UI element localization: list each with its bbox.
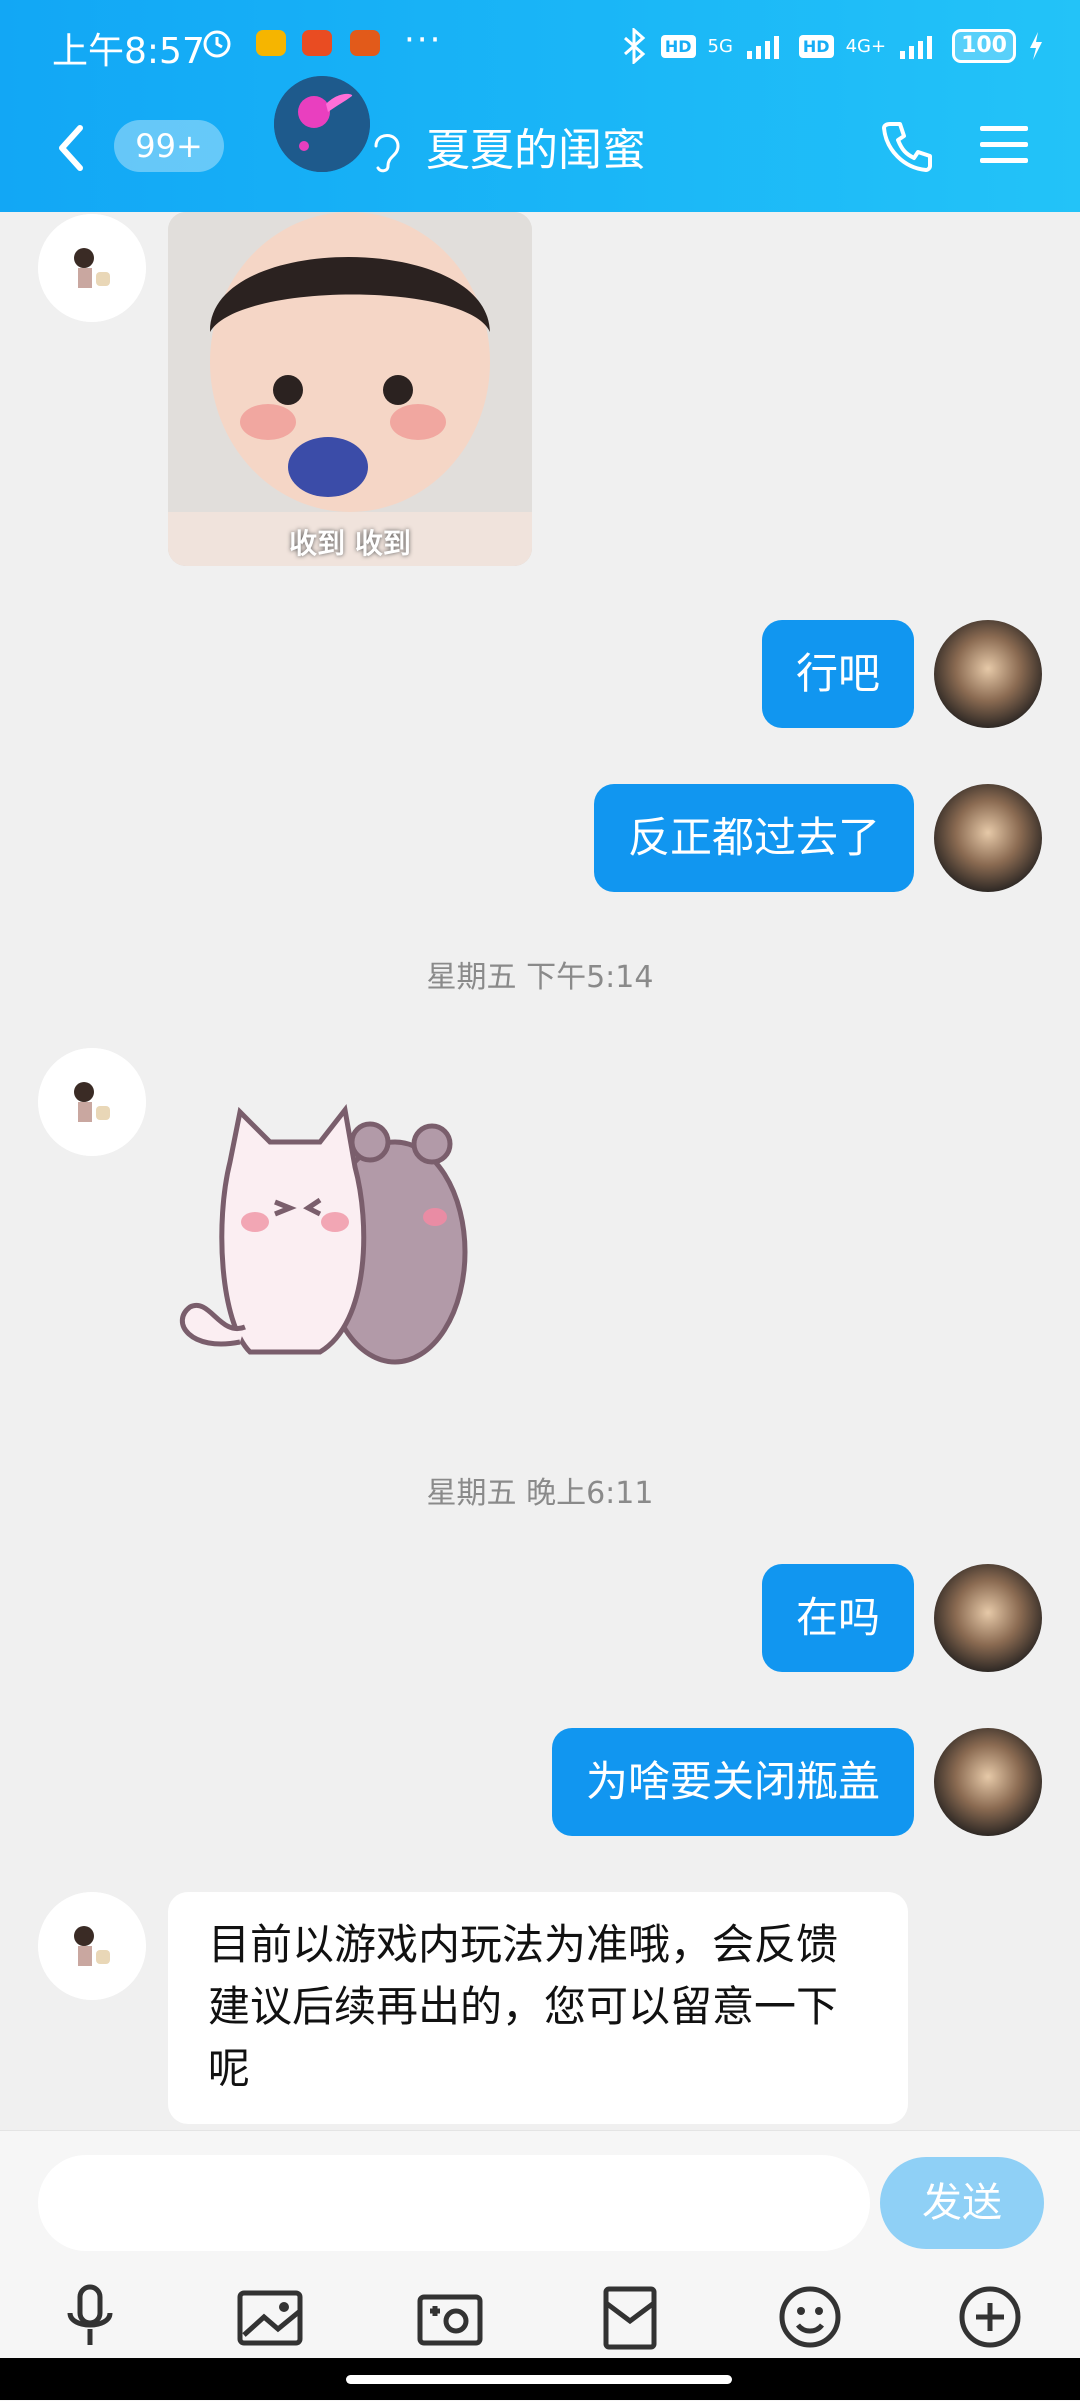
self-avatar[interactable] [934,1564,1042,1672]
self-avatar[interactable] [934,1728,1042,1836]
chat-header: 上午8:57 ··· HD 5G HD 4G+ 100 99+ 夏夏的闺蜜 [0,0,1080,212]
message-list[interactable]: 收到 收到 行吧 反正都过去了 星期五 下午5:14 星期五 晚上6:11 在吗… [0,212,1080,2130]
voice-icon[interactable] [54,2281,126,2353]
signal-icon [900,36,933,59]
plus-icon[interactable] [954,2281,1026,2353]
status-bar: 上午8:57 ··· HD 5G HD 4G+ 100 [0,0,1080,96]
emoji-icon[interactable] [774,2281,846,2353]
menu-icon[interactable] [978,122,1030,168]
self-avatar[interactable] [934,784,1042,892]
sticker-caption: 收到 收到 [289,527,411,560]
hd-badge: HD [798,34,834,58]
self-avatar[interactable] [934,620,1042,728]
status-time: 上午8:57 [52,31,205,72]
unread-count-badge[interactable]: 99+ [114,120,224,172]
message-bubble-self[interactable]: 在吗 [761,1564,914,1672]
bluetooth-icon [623,28,646,64]
alarm-icon [203,30,231,58]
app-notification-icon [350,30,380,56]
message-bubble-self[interactable]: 反正都过去了 [593,784,914,892]
child-photo-sticker [168,212,532,566]
network-5g-label: 5G [707,35,733,57]
message-bubble-other[interactable]: 目前以游戏内玩法为准哦，会反馈建议后续再出的，您可以留意一下呢 [168,1892,908,2124]
chat-title[interactable]: 夏夏的闺蜜 [426,114,646,178]
timestamp: 星期五 晚上6:11 [426,1476,654,1511]
contact-avatar-small[interactable] [38,214,146,322]
image-message[interactable]: 收到 收到 [168,212,532,566]
camera-icon[interactable] [414,2281,486,2353]
signal-icon [746,36,779,59]
timestamp: 星期五 下午5:14 [426,960,654,995]
system-nav-bar [0,2358,1080,2400]
app-notification-icon [302,30,332,56]
hearing-icon [374,134,400,173]
contact-avatar-small[interactable] [38,1048,146,1156]
contact-avatar-small[interactable] [38,1892,146,2000]
nav-bar: 99+ 夏夏的闺蜜 [0,76,1080,212]
network-4g-label: 4G+ [845,35,887,57]
message-input[interactable] [38,2155,870,2251]
message-bubble-self[interactable]: 行吧 [761,620,914,728]
back-arrow-icon[interactable] [52,118,92,178]
message-bubble-self[interactable]: 为啥要关闭瓶盖 [551,1728,914,1836]
send-button[interactable]: 发送 [880,2157,1044,2249]
status-indicators: HD 5G HD 4G+ 100 [619,24,1044,68]
image-icon[interactable] [234,2281,306,2353]
red-packet-icon[interactable] [594,2281,666,2353]
more-notifications-icon: ··· [404,20,443,60]
contact-avatar[interactable] [274,76,370,172]
phone-icon[interactable] [880,118,936,174]
battery-indicator: 100 [952,29,1016,63]
hd-badge: HD [660,34,696,58]
cat-sticker[interactable] [170,1102,530,1402]
home-indicator[interactable] [346,2375,732,2384]
app-notification-icon [256,30,286,56]
charging-icon [1030,32,1042,60]
